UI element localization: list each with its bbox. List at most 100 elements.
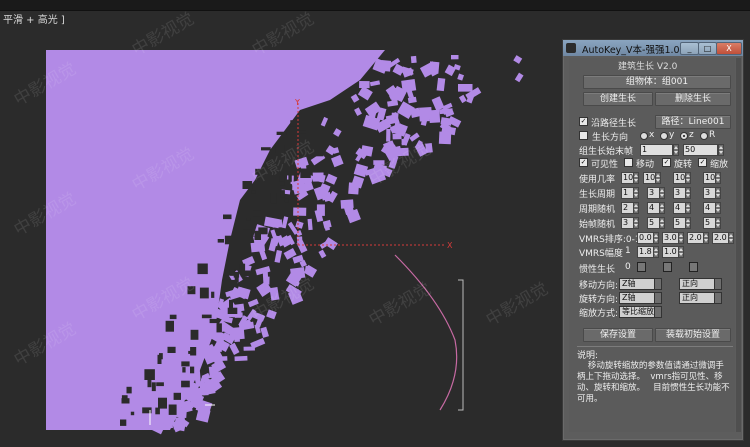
vmrs-order-vis-spinner[interactable] <box>653 232 659 244</box>
delete-growth-button[interactable]: 删除生长 <box>655 92 731 106</box>
start-random-vis-spinner[interactable] <box>633 217 639 229</box>
period-label: 生长周期 <box>579 190 616 200</box>
rotate-polarity-arrow[interactable] <box>714 292 722 304</box>
object-fragment <box>325 173 338 185</box>
object-fragment <box>264 276 270 285</box>
start-frame-spinner[interactable] <box>673 144 679 156</box>
save-settings-button[interactable]: 保存设置 <box>583 328 653 342</box>
object-gap <box>223 214 232 220</box>
period-vis-spinner[interactable] <box>633 187 639 199</box>
object-fragment <box>323 191 332 202</box>
scale-mode-label: 缩放方式: <box>579 309 619 319</box>
vmrs-order-move-spinner[interactable] <box>678 232 684 244</box>
period-random-scale-spinner[interactable] <box>715 202 721 214</box>
period-rotate-spinner[interactable] <box>685 187 691 199</box>
start-random-scale-spinner[interactable] <box>715 217 721 229</box>
description-title: 说明: <box>577 351 599 361</box>
period-random-rotate-spinner[interactable] <box>685 202 691 214</box>
object-fragment <box>429 109 441 124</box>
object-gap <box>240 270 251 277</box>
gizmo-y-label: Y <box>294 98 300 107</box>
rotate-label: 旋转 <box>674 160 693 170</box>
minimize-button[interactable]: _ <box>680 42 699 55</box>
object-gap <box>246 217 251 221</box>
period-random-vis-spinner[interactable] <box>633 202 639 214</box>
start-random-move-spinner[interactable] <box>659 217 665 229</box>
vmrs-order-scale[interactable]: 2.0 <box>712 232 729 244</box>
object-fragment <box>208 365 220 379</box>
object-gap <box>284 198 289 203</box>
scale-mode-dropdown[interactable]: 等比缩放 <box>619 306 655 318</box>
move-direction-dropdown[interactable]: Z轴 <box>619 278 655 290</box>
object-fragment <box>169 419 175 426</box>
vmrs-order-rotate[interactable]: 2.0 <box>687 232 704 244</box>
object-gap <box>147 377 152 388</box>
object-gap <box>169 314 177 320</box>
object-gap <box>159 353 163 360</box>
period-scale-spinner[interactable] <box>715 187 721 199</box>
rotate-checkbox[interactable]: ✓ <box>662 158 671 167</box>
rotate-direction-arrow[interactable] <box>654 292 662 304</box>
path-growth-checkbox[interactable]: ✓ <box>579 117 588 126</box>
move-checkbox[interactable] <box>624 158 633 167</box>
grow-direction-label: 生长方向 <box>592 133 629 143</box>
object-fragment <box>392 63 405 76</box>
probability-rotate-spinner[interactable] <box>685 172 691 184</box>
end-frame-spinner[interactable] <box>718 144 724 156</box>
inertia-swatch-1[interactable] <box>637 262 646 272</box>
move-polarity-dropdown[interactable]: 正向 <box>679 278 715 290</box>
object-fragment <box>514 72 524 83</box>
scale-checkbox[interactable]: ✓ <box>698 158 707 167</box>
end-frame-input[interactable]: 50 <box>683 144 718 156</box>
rotate-direction-dropdown[interactable]: Z轴 <box>619 292 655 304</box>
vmrs-amplitude-rotate-spinner[interactable] <box>678 246 684 258</box>
start-frame-input[interactable]: 1 <box>640 144 673 156</box>
probability-scale-spinner[interactable] <box>715 172 721 184</box>
object-gap <box>217 239 224 243</box>
inertia-swatch-2[interactable] <box>663 262 672 272</box>
probability-vis-spinner[interactable] <box>633 172 639 184</box>
move-direction-arrow[interactable] <box>654 278 662 290</box>
panel-scrollbar[interactable] <box>736 58 741 432</box>
vmrs-order-scale-spinner[interactable] <box>728 232 734 244</box>
group-start-end-label: 组生长始末帧 <box>579 147 634 157</box>
axis-radio-r[interactable] <box>700 132 708 140</box>
period-move-spinner[interactable] <box>659 187 665 199</box>
grow-direction-checkbox[interactable] <box>579 131 588 140</box>
object-gap <box>252 210 262 217</box>
probability-move-spinner[interactable] <box>655 172 661 184</box>
scale-mode-arrow[interactable] <box>654 306 662 318</box>
path-select-button[interactable]: 路径：Line001 <box>655 115 731 129</box>
object-gap <box>182 367 186 373</box>
object-fragment <box>307 218 313 231</box>
axis-radio-y[interactable] <box>660 132 668 140</box>
group-object-button[interactable]: 组物体：组001 <box>583 75 731 89</box>
object-fragment <box>175 416 186 426</box>
maximize-button[interactable]: □ <box>698 42 717 55</box>
object-gap <box>313 148 324 157</box>
object-fragment <box>247 298 259 308</box>
object-fragment <box>447 115 462 128</box>
move-polarity-arrow[interactable] <box>714 278 722 290</box>
inertia-swatch-3[interactable] <box>689 262 698 272</box>
create-growth-button[interactable]: 创建生长 <box>583 92 653 106</box>
load-defaults-button[interactable]: 装载初始设置 <box>655 328 731 342</box>
visibility-checkbox[interactable]: ✓ <box>579 158 588 167</box>
axis-radio-z[interactable] <box>680 132 688 140</box>
start-random-rotate-spinner[interactable] <box>685 217 691 229</box>
vmrs-amplitude-move-spinner[interactable] <box>653 246 659 258</box>
close-button[interactable]: X <box>716 42 742 55</box>
object-gap <box>276 131 287 135</box>
period-random-move-spinner[interactable] <box>659 202 665 214</box>
vmrs-order-move[interactable]: 3.0 <box>662 232 679 244</box>
axis-radio-x[interactable] <box>640 132 648 140</box>
object-fragment <box>229 342 240 356</box>
vmrs-order-rotate-spinner[interactable] <box>703 232 709 244</box>
vmrs-amplitude-move[interactable]: 1.8 <box>637 246 654 258</box>
panel-titlebar[interactable]: AutoKey_V本-强强1.0 _ □ X <box>563 40 743 56</box>
vmrs-amplitude-rotate[interactable]: 1.0 <box>662 246 679 258</box>
panel-body: 建筑生长 V2.0 组物体：组001 创建生长 删除生长 ✓ 沿路径生长 路径：… <box>569 58 735 432</box>
rotate-polarity-dropdown[interactable]: 正向 <box>679 292 715 304</box>
object-fragment <box>213 354 220 361</box>
vmrs-order-vis[interactable]: 0.0 <box>637 232 654 244</box>
